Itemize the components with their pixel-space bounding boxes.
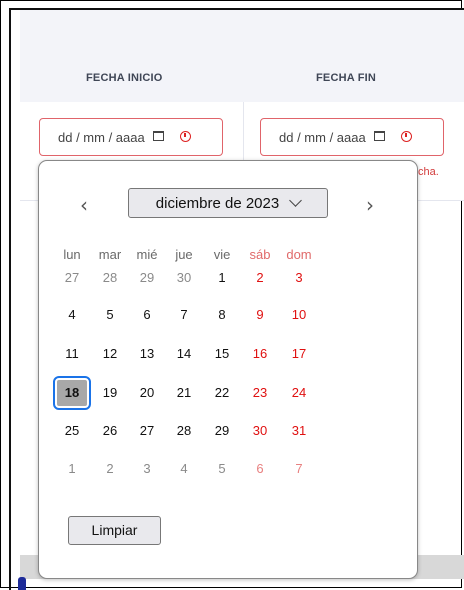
calendar-day[interactable]: 14	[166, 341, 202, 367]
chevron-right-icon[interactable]: ›	[366, 195, 374, 215]
calendar-day[interactable]: 22	[204, 380, 240, 406]
weekday-label: mié	[136, 247, 158, 262]
calendar-day[interactable]: 10	[281, 302, 317, 328]
month-year-label: diciembre de 2023	[155, 194, 280, 212]
weekday-label: mar	[98, 247, 122, 262]
calendar-day[interactable]: 2	[242, 265, 278, 291]
calendar-day[interactable]: 4	[166, 456, 202, 482]
calendar-day[interactable]: 23	[242, 380, 278, 406]
error-icon	[400, 130, 412, 142]
calendar-day[interactable]: 27	[54, 265, 90, 291]
date-picker-popup: ‹ diciembre de 2023 › lun mar mié jue vie sáb…	[38, 160, 418, 579]
calendar-day[interactable]: 24	[281, 380, 317, 406]
calendar-day[interactable]: 29	[204, 418, 240, 444]
calendar-day[interactable]: 8	[204, 302, 240, 328]
calendar-day[interactable]: 3	[129, 456, 165, 482]
calendar-day[interactable]: 20	[129, 380, 165, 406]
calendar-day[interactable]: 29	[129, 265, 165, 291]
calendar-day[interactable]: 21	[166, 380, 202, 406]
column-header-start-date: FECHA INICIO	[86, 72, 163, 84]
month-year-select[interactable]: diciembre de 2023	[128, 188, 328, 218]
calendar-day[interactable]: 4	[54, 302, 90, 328]
weekday-label: lun	[63, 247, 81, 262]
calendar-day[interactable]: 5	[204, 456, 240, 482]
calendar-day[interactable]: 1	[54, 456, 90, 482]
calendar-day[interactable]: 6	[129, 302, 165, 328]
table-header	[20, 10, 464, 103]
calendar-day[interactable]: 19	[92, 380, 128, 406]
calendar-day[interactable]: 15	[204, 341, 240, 367]
calendar-icon[interactable]	[373, 131, 385, 141]
calendar-day[interactable]: 28	[166, 418, 202, 444]
frame-left-border	[9, 8, 11, 590]
calendar-day[interactable]: 5	[92, 302, 128, 328]
calendar-day[interactable]: 7	[166, 302, 202, 328]
start-date-input[interactable]: dd / mm / aaaa	[39, 118, 223, 156]
chevron-left-icon[interactable]: ‹	[80, 195, 88, 215]
calendar-icon[interactable]	[152, 131, 164, 141]
calendar-day[interactable]: 30	[242, 418, 278, 444]
end-date-placeholder: dd / mm / aaaa	[279, 129, 366, 145]
weekday-label: sáb	[249, 247, 271, 262]
calendar-day[interactable]: 9	[242, 302, 278, 328]
scroll-indicator	[18, 577, 26, 590]
calendar-day[interactable]: 17	[281, 341, 317, 367]
calendar-day[interactable]: 31	[281, 418, 317, 444]
weekday-label: dom	[286, 247, 312, 262]
end-date-input[interactable]: dd / mm / aaaa	[260, 118, 444, 156]
column-header-end-date: FECHA FIN	[316, 72, 377, 84]
calendar-day[interactable]: 16	[242, 341, 278, 367]
calendar-day[interactable]: 11	[54, 341, 90, 367]
calendar-day[interactable]: 27	[129, 418, 165, 444]
calendar-day[interactable]: 12	[92, 341, 128, 367]
calendar-day[interactable]: 25	[54, 418, 90, 444]
calendar-day[interactable]: 30	[166, 265, 202, 291]
calendar-day[interactable]: 6	[242, 456, 278, 482]
weekday-label: jue	[175, 247, 193, 262]
calendar-day[interactable]: 7	[281, 456, 317, 482]
calendar-day[interactable]: 13	[129, 341, 165, 367]
calendar-day[interactable]: 3	[281, 265, 317, 291]
start-date-placeholder: dd / mm / aaaa	[58, 129, 145, 145]
error-icon	[179, 130, 191, 142]
clear-button[interactable]: Limpiar	[68, 516, 161, 545]
weekday-label: vie	[213, 247, 231, 262]
calendar-day[interactable]: 26	[92, 418, 128, 444]
calendar-day[interactable]: 1	[204, 265, 240, 291]
calendar-day[interactable]: 2	[92, 456, 128, 482]
error-message: cha.	[418, 166, 439, 178]
chevron-down-icon	[289, 193, 303, 207]
calendar-day-selected[interactable]: 18	[53, 376, 91, 410]
calendar-day[interactable]: 28	[92, 265, 128, 291]
